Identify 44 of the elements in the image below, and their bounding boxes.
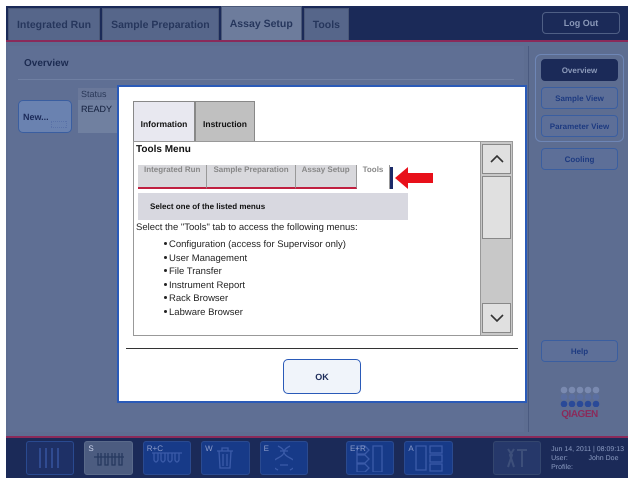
toolbar-button[interactable] [26, 441, 74, 475]
toolbar-button[interactable]: A [404, 441, 453, 475]
menu-list-item: Labware Browser [164, 306, 478, 318]
scroll-thumb[interactable] [482, 176, 511, 238]
chevron-up-icon [490, 155, 504, 163]
toolbar-button[interactable]: W [201, 441, 250, 475]
menu-list-item: Instrument Report [164, 280, 478, 290]
scroll-down-button[interactable] [482, 303, 511, 333]
view-button[interactable]: Overview [541, 59, 618, 81]
cooling-button[interactable]: Cooling [541, 148, 618, 170]
help-button[interactable]: Help [541, 340, 618, 362]
overview-title: Overview [18, 54, 514, 80]
view-button[interactable]: Parameter View [541, 115, 618, 137]
panel-title: Select one of the listed menus [138, 193, 408, 220]
tab-marker [390, 167, 394, 189]
menu-list-item: Configuration (access for Supervisor only) [164, 239, 478, 250]
log-out-button[interactable]: Log Out [542, 12, 620, 34]
tools-button[interactable] [492, 441, 542, 475]
toolbar-button[interactable]: R+C [142, 441, 192, 475]
trash-icon [215, 446, 236, 470]
menu-list-item: File Transfer [164, 266, 478, 277]
grid-icon [51, 121, 67, 128]
table-cell: READY [78, 100, 118, 133]
arrow-icon [395, 167, 434, 189]
dialog-tab[interactable]: Instruction [195, 101, 255, 141]
logo-dots-icon [558, 386, 600, 407]
grid-layout-icon [414, 444, 444, 472]
view-button[interactable]: Sample View [541, 87, 618, 109]
dialog-heading: Tools Menu [136, 144, 192, 155]
chevron-down-icon [490, 314, 504, 322]
toolbar-button[interactable]: E+R [346, 441, 394, 475]
scroll-up-button[interactable] [482, 144, 511, 174]
dialog-tab[interactable]: Information [133, 101, 195, 141]
main-tab[interactable]: Assay Setup [220, 6, 302, 40]
toolbar-button[interactable]: E [260, 441, 308, 475]
menu-list-item: User Management [164, 252, 478, 264]
toolbar-button[interactable]: S [84, 441, 133, 475]
logo: QIAGEN [535, 386, 624, 420]
new-button[interactable]: New... [18, 100, 72, 133]
menu-list-item: Rack Browser [164, 293, 478, 304]
tools-icon [504, 447, 529, 469]
column-header: Status [78, 88, 118, 100]
intro-text: Select the "Tools" tab to access the following menus: [136, 222, 359, 233]
ok-button[interactable]: OK [283, 359, 361, 394]
